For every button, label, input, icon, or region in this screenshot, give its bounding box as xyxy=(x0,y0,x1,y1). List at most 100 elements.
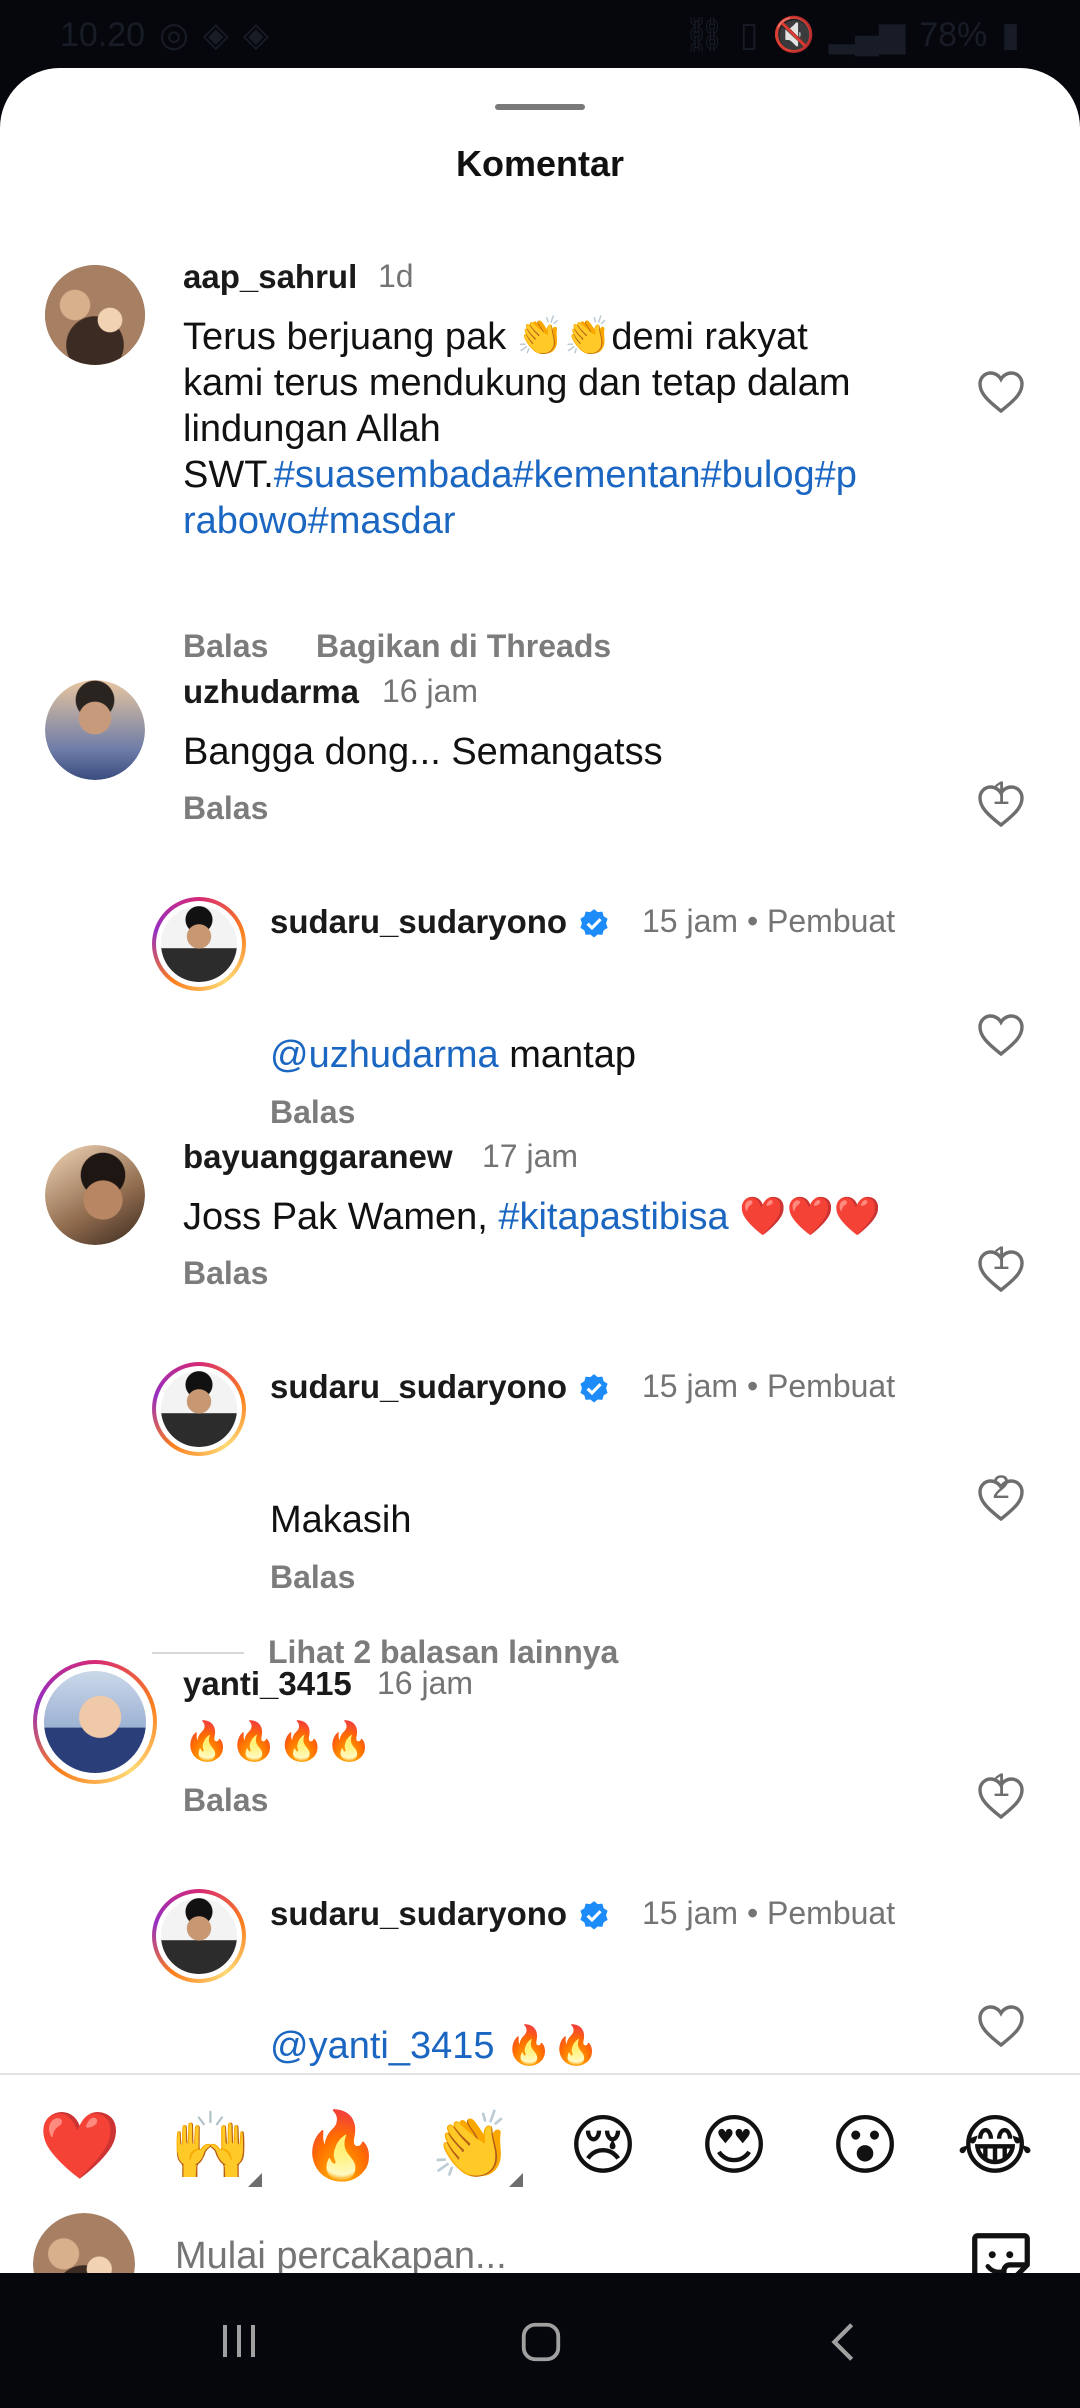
divider-line xyxy=(152,1651,244,1654)
skin-tone-caret-icon xyxy=(248,2173,262,2187)
mention-link[interactable]: @uzhudarma xyxy=(270,1034,499,1076)
comment-text-part: mantap xyxy=(498,1034,637,1076)
creator-label: Pembuat xyxy=(767,1895,896,1931)
avatar[interactable] xyxy=(33,1660,157,1784)
verified-badge-icon xyxy=(580,1374,608,1403)
username-text[interactable]: sudaru_sudaryono xyxy=(270,1895,567,1932)
recent-apps-icon[interactable] xyxy=(215,2319,263,2363)
reply-button[interactable]: Balas xyxy=(270,1094,355,1131)
comment-text-line: Terus berjuang pak 👏👏demi rakyat xyxy=(183,316,808,358)
emoji-clapping[interactable]: 👏 xyxy=(427,2105,517,2185)
skin-tone-caret-icon xyxy=(509,2173,523,2187)
like-count: 2 xyxy=(992,1469,1010,1505)
like-count: 1 xyxy=(992,1240,1010,1276)
reply-button[interactable]: Balas xyxy=(183,628,268,665)
comment-text: 🔥🔥🔥🔥 xyxy=(183,1721,373,1763)
comment-username[interactable]: yanti_3415 xyxy=(183,1665,352,1703)
comment-username[interactable]: uzhudarma xyxy=(183,673,359,711)
verified-badge-icon xyxy=(580,1901,608,1930)
mention-username[interactable]: yanti_3415 xyxy=(309,2025,495,2067)
comment-input[interactable]: Mulai percakapan... xyxy=(175,2235,507,2273)
emoji-fire[interactable]: 🔥 xyxy=(296,2105,386,2185)
hashtag-link[interactable]: rabowo#masdar xyxy=(183,498,943,544)
comment-text-part: SWT. xyxy=(183,454,274,496)
comment-username[interactable]: sudaru_sudaryono xyxy=(270,903,611,941)
heart-outline-icon[interactable] xyxy=(977,370,1025,414)
status-time: 10.20 xyxy=(60,15,146,54)
hashtag-link[interactable]: #kitapastibisa xyxy=(498,1196,728,1238)
emoji-laughing[interactable]: 😂 xyxy=(950,2105,1040,2185)
comment-username[interactable]: aap_sahrul xyxy=(183,258,357,296)
creator-label: Pembuat xyxy=(767,1368,896,1404)
system-nav-bar xyxy=(0,2274,1080,2408)
avatar[interactable] xyxy=(45,1145,145,1245)
comment-emojis: ❤️❤️❤️ xyxy=(728,1196,882,1238)
comment-time: 17 jam xyxy=(482,1138,579,1174)
battery-icon: ▮ xyxy=(1001,16,1020,54)
reply-button[interactable]: Balas xyxy=(183,790,268,827)
comment-time: 15 jam • Pembuat xyxy=(642,903,896,939)
reply-button[interactable]: Balas xyxy=(270,1559,355,1596)
comment-text-line: lindungan Allah xyxy=(183,408,441,450)
avatar[interactable] xyxy=(152,1362,246,1456)
emoji-raised-hands[interactable]: 🙌 xyxy=(166,2105,256,2185)
comments-sheet: Komentar aap_sahrul 1d Terus berjuang pa… xyxy=(0,68,1080,2273)
app-icon-2: ◈ xyxy=(242,16,270,54)
my-avatar xyxy=(33,2213,135,2273)
like-count: 1 xyxy=(992,1767,1010,1803)
time-text: 15 jam xyxy=(642,1368,739,1404)
emoji-heart-eyes[interactable]: 😍 xyxy=(689,2105,779,2185)
comment-time: 15 jam • Pembuat xyxy=(642,1895,896,1931)
comment-time: 16 jam xyxy=(382,673,479,709)
comment-username[interactable]: bayuanggaranew xyxy=(183,1138,453,1176)
creator-label: Pembuat xyxy=(767,903,896,939)
status-right: ⛓ ▯ 🔇 ▂▄▆ 78% ▮ xyxy=(683,15,1020,55)
time-text: 15 jam xyxy=(642,1895,739,1931)
emoji-crying[interactable]: 😢 xyxy=(558,2105,648,2185)
vibrate-icon: ▯ xyxy=(739,16,759,54)
home-icon[interactable] xyxy=(518,2319,564,2365)
verified-badge-icon xyxy=(580,909,608,938)
mention-link[interactable]: @yanti_3415 xyxy=(270,2025,495,2067)
signal-icon: ▂▄▆ xyxy=(828,16,906,54)
emoji-heart[interactable]: ❤️ xyxy=(35,2105,125,2185)
battery-percent: 78% xyxy=(919,15,988,54)
emoji-surprised[interactable]: 😮 xyxy=(820,2105,910,2185)
comment-text: Terus berjuang pak 👏👏demi rakyat kami te… xyxy=(183,314,943,544)
comment-text: Bangga dong... Semangatss xyxy=(183,731,663,773)
comment-username[interactable]: sudaru_sudaryono xyxy=(270,1895,611,1933)
comment-text-line: kami terus mendukung dan tetap dalam xyxy=(183,362,851,404)
comment-text: @uzhudarma mantap xyxy=(270,1032,636,1078)
comment-time: 16 jam xyxy=(377,1665,474,1701)
comment-text-line: SWT.#suasembada#kementan#bulog#p xyxy=(183,452,943,498)
heart-outline-icon[interactable] xyxy=(977,1013,1025,1057)
avatar[interactable] xyxy=(45,265,145,365)
emoji-reaction-bar: ❤️ 🙌 🔥 👏 😢 😍 😮 😂 Mulai percakapan... xyxy=(0,2073,1080,2273)
reply-button[interactable]: Balas xyxy=(183,1255,268,1292)
drag-handle[interactable] xyxy=(495,104,585,110)
sheet-title: Komentar xyxy=(455,143,625,184)
like-count: 1 xyxy=(992,775,1010,811)
comment-username[interactable]: sudaru_sudaryono xyxy=(270,1368,611,1406)
username-text[interactable]: sudaru_sudaryono xyxy=(270,903,567,940)
comment-text-part: Joss Pak Wamen, xyxy=(183,1196,499,1238)
whatsapp-icon: ◎ xyxy=(159,16,189,54)
avatar[interactable] xyxy=(45,680,145,780)
comment-text: Makasih xyxy=(270,1499,412,1541)
hashtag-link[interactable]: #suasembada#kementan#bulog#p xyxy=(274,454,857,496)
reply-button[interactable]: Balas xyxy=(183,1782,268,1819)
username-text[interactable]: sudaru_sudaryono xyxy=(270,1368,567,1405)
avatar[interactable] xyxy=(152,1889,246,1983)
sticker-icon[interactable] xyxy=(966,2227,1036,2273)
back-icon[interactable] xyxy=(824,2319,864,2365)
heart-outline-icon[interactable] xyxy=(977,2004,1025,2048)
share-threads-button[interactable]: Bagikan di Threads xyxy=(316,628,611,665)
comment-time: 15 jam • Pembuat xyxy=(642,1368,896,1404)
status-bar: 10.20 ◎ ◈ ◈ ⛓ ▯ 🔇 ▂▄▆ 78% ▮ xyxy=(0,0,1080,70)
time-text: 15 jam xyxy=(642,903,739,939)
comment-time: 1d xyxy=(378,258,414,294)
status-left: 10.20 ◎ ◈ ◈ xyxy=(60,15,269,55)
avatar[interactable] xyxy=(152,897,246,991)
mention-username[interactable]: uzhudarma xyxy=(309,1034,499,1076)
threads-icon: @ xyxy=(270,1034,309,1076)
